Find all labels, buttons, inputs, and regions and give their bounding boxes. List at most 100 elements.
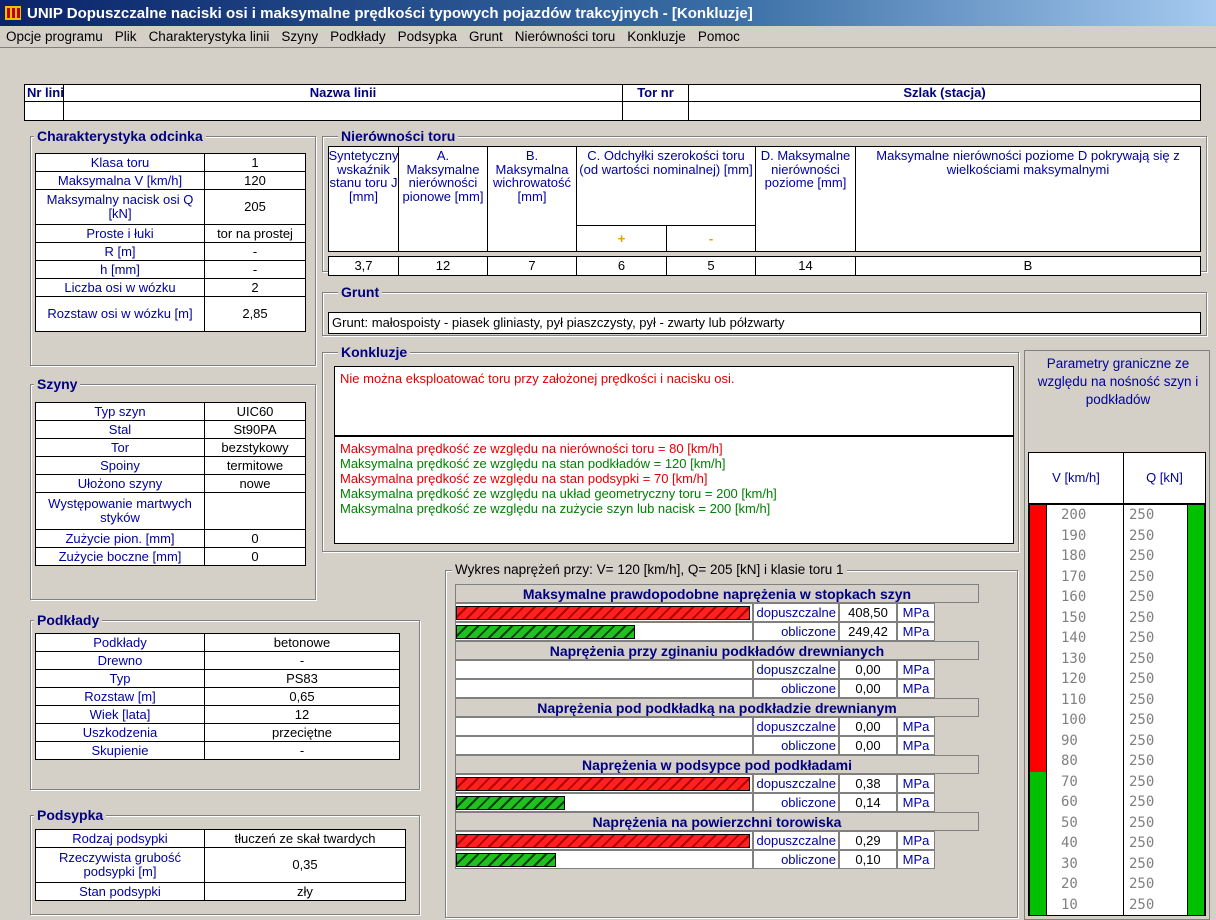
q-limit-value: 250 — [1129, 569, 1155, 585]
charakterystyka-label: Maksymalna V [km/h] — [35, 171, 205, 190]
konkluzje-details-box[interactable]: Maksymalna prędkość ze względu na nierów… — [334, 436, 1014, 544]
szyny-value[interactable]: 0 — [204, 529, 306, 548]
q-limit-value: 250 — [1129, 610, 1155, 626]
podklady-value[interactable]: przeciętne — [204, 723, 400, 742]
szlak-field[interactable] — [688, 101, 1201, 121]
q-limit-value: 250 — [1129, 856, 1155, 872]
menu-szyny[interactable]: Szyny — [275, 29, 324, 44]
konkluzje-main-box[interactable]: Nie można eksploatować toru przy założon… — [334, 366, 1014, 436]
computed-stress-bar — [456, 853, 556, 867]
szyny-value[interactable]: UIC60 — [204, 402, 306, 421]
stress-label-dop: dopuszczalne — [753, 831, 839, 850]
charakterystyka-value[interactable]: 1 — [204, 153, 306, 172]
title-bar[interactable]: UNIP Dopuszczalne naciski osi i maksymal… — [0, 0, 1216, 26]
konkluzje-line: Maksymalna prędkość ze względu na stan p… — [340, 456, 726, 471]
konkluzje-line: Maksymalna prędkość ze względu na stan p… — [340, 471, 708, 486]
q-limit-value: 250 — [1129, 835, 1155, 851]
szyny-value[interactable] — [204, 492, 306, 530]
menu-podklady[interactable]: Podkłady — [324, 29, 392, 44]
podsypka-value[interactable]: zły — [204, 882, 406, 901]
stress-unit: MPa — [897, 679, 935, 698]
stress-bar-track-obl — [455, 679, 753, 698]
szyny-value[interactable]: termitowe — [204, 456, 306, 475]
stress-unit: MPa — [897, 793, 935, 812]
stress-unit: MPa — [897, 736, 935, 755]
q-limit-value: 250 — [1129, 589, 1155, 605]
podklady-value[interactable]: 0,65 — [204, 687, 400, 706]
konkluzje-main-text: Nie można eksploatować toru przy założon… — [340, 371, 735, 386]
menu-pomoc[interactable]: Pomoc — [692, 29, 746, 44]
menu-opcje[interactable]: Opcje programu — [0, 29, 109, 44]
podklady-value[interactable]: - — [204, 651, 400, 670]
allowed-stress-bar — [456, 834, 750, 848]
charakterystyka-value[interactable]: 2,85 — [204, 296, 306, 332]
szyny-title: Szyny — [34, 377, 81, 391]
konkluzje-line: Maksymalna prędkość ze względu na nierów… — [340, 441, 723, 456]
q-limit-value: 250 — [1129, 815, 1155, 831]
menu-nierownosci[interactable]: Nierówności toru — [509, 29, 622, 44]
charakterystyka-label: R [m] — [35, 242, 205, 261]
podsypka-value[interactable]: tłuczeń ze skał twardych — [204, 829, 406, 848]
stress-label-dop: dopuszczalne — [753, 660, 839, 679]
nierownosci-title: Nierówności toru — [338, 129, 459, 143]
menu-charakterystyka[interactable]: Charakterystyka linii — [143, 29, 276, 44]
value-c-plus: 6 — [576, 256, 667, 276]
charakterystyka-value[interactable]: tor na prostej — [204, 224, 306, 243]
stress-value-dop: 408,50 — [839, 603, 897, 622]
menu-konkluzje[interactable]: Konkluzje — [621, 29, 692, 44]
stress-label-obl: obliczone — [753, 736, 839, 755]
menu-plik[interactable]: Plik — [109, 29, 143, 44]
v-limit-value: 130 — [1061, 651, 1087, 667]
stress-unit: MPa — [897, 660, 935, 679]
menu-bar: Opcje programu Plik Charakterystyka lini… — [0, 26, 1216, 48]
q-limit-value: 250 — [1129, 794, 1155, 810]
menu-podsypka[interactable]: Podsypka — [392, 29, 463, 44]
charakterystyka-value[interactable]: 205 — [204, 189, 306, 225]
column-separator — [1123, 505, 1124, 915]
v-limit-value: 180 — [1061, 548, 1087, 564]
podklady-value[interactable]: PS83 — [204, 669, 400, 688]
tor-nr-field[interactable] — [622, 101, 689, 121]
nazwa-linii-field[interactable] — [63, 101, 623, 121]
parametry-table: 200 250 190 250 180 250 170 250 160 250 150 250 140 2… — [1028, 504, 1206, 916]
podklady-label: Skupienie — [35, 741, 205, 760]
q-limit-value: 250 — [1129, 733, 1155, 749]
szyny-value[interactable]: bezstykowy — [204, 438, 306, 457]
v-limit-value: 90 — [1061, 733, 1078, 749]
szyny-value[interactable]: St90PA — [204, 420, 306, 439]
podklady-value[interactable]: betonowe — [204, 633, 400, 652]
stress-value-obl: 0,00 — [839, 736, 897, 755]
stress-section-title: Naprężenia pod podkładką na podkładzie d… — [455, 698, 979, 717]
value-d: 14 — [755, 256, 856, 276]
stress-label-dop: dopuszczalne — [753, 603, 839, 622]
podklady-label: Uszkodzenia — [35, 723, 205, 742]
podklady-value[interactable]: 12 — [204, 705, 400, 724]
col-c: C. Odchyłki szerokości toru (od wartości… — [576, 146, 756, 226]
grunt-field[interactable]: Grunt: małospoisty - piasek gliniasty, p… — [328, 312, 1201, 334]
menu-grunt[interactable]: Grunt — [463, 29, 509, 44]
stress-section-title: Naprężenia w podsypce pod podkładami — [455, 755, 979, 774]
konkluzje-line: Maksymalna prędkość ze względu na zużyci… — [340, 501, 771, 516]
q-limit-value: 250 — [1129, 774, 1155, 790]
charakterystyka-value[interactable]: - — [204, 242, 306, 261]
stress-unit: MPa — [897, 717, 935, 736]
v-limit-value: 20 — [1061, 876, 1078, 892]
nr-linii-field[interactable] — [24, 101, 64, 121]
stress-bar-track-dop — [455, 660, 753, 679]
charakterystyka-value[interactable]: 120 — [204, 171, 306, 190]
v-limit-value: 140 — [1061, 630, 1087, 646]
podsypka-value[interactable]: 0,35 — [204, 847, 406, 883]
charakterystyka-value[interactable]: - — [204, 260, 306, 279]
q-limit-value: 250 — [1129, 507, 1155, 523]
podklady-value[interactable]: - — [204, 741, 400, 760]
szyny-value[interactable]: 0 — [204, 547, 306, 566]
charakterystyka-value[interactable]: 2 — [204, 278, 306, 297]
podklady-label: Drewno — [35, 651, 205, 670]
v-limit-bar-green — [1029, 772, 1047, 915]
stress-value-obl: 249,42 — [839, 622, 897, 641]
stress-label-obl: obliczone — [753, 679, 839, 698]
szyny-label: Występowanie martwych styków — [35, 492, 205, 530]
v-limit-bar-red — [1029, 505, 1047, 772]
szyny-value[interactable]: nowe — [204, 474, 306, 493]
szyny-label: Zużycie boczne [mm] — [35, 547, 205, 566]
